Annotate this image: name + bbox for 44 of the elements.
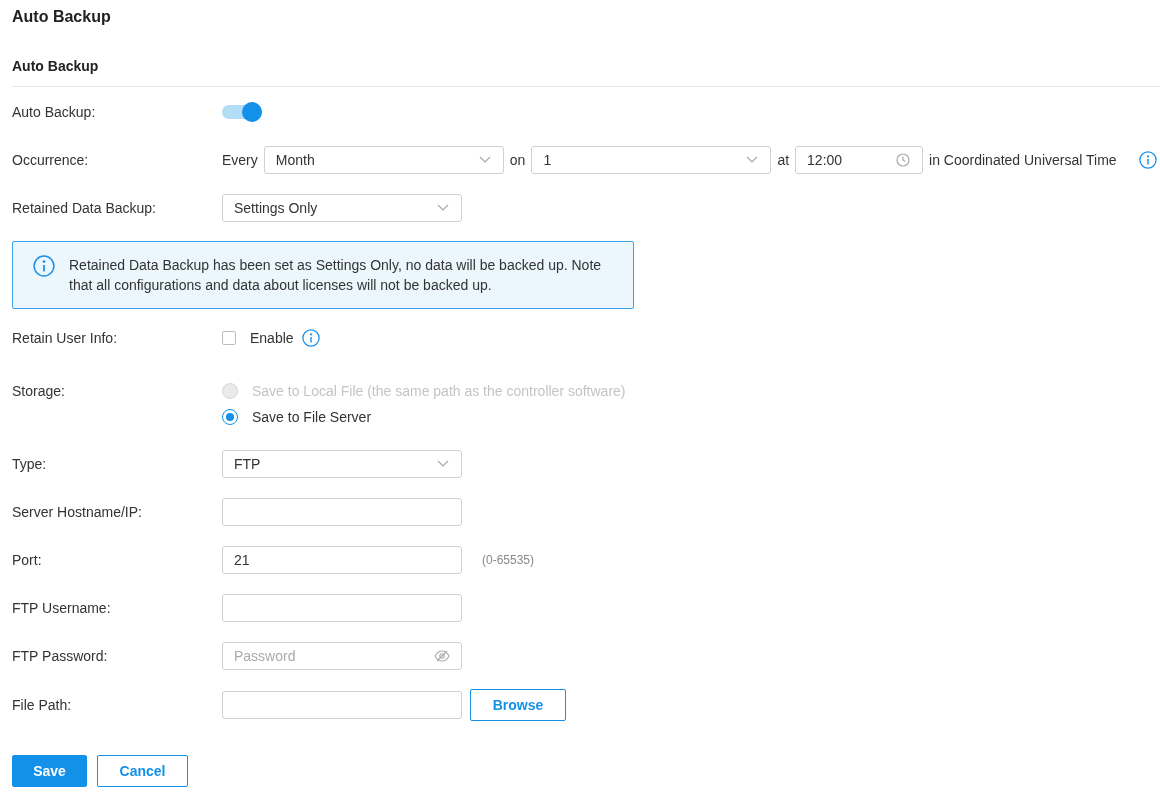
type-dropdown[interactable]: FTP [222,450,462,478]
field-label: File Path: [12,697,73,713]
page-title: Auto Backup [12,7,112,27]
field-label: FTP Username: [12,600,112,616]
field-label: Auto Backup: [12,104,97,120]
info-icon[interactable] [1138,151,1157,169]
retained-data-dropdown[interactable]: Settings Only [222,194,462,222]
on-text: on [509,152,526,168]
frequency-dropdown[interactable]: Month [263,146,504,174]
chevron-down-icon [437,204,449,212]
clock-icon [896,153,911,167]
info-icon[interactable] [301,329,320,347]
eye-slash-icon[interactable] [434,650,450,662]
toggle-switch[interactable] [222,105,262,119]
radio-button[interactable] [222,409,238,425]
time-field[interactable]: 12:00 [795,146,924,174]
every-text: Every [222,152,258,168]
timezone-text: in Coordinated Universal Time [929,152,1117,168]
chevron-down-icon [478,156,491,164]
input-field[interactable] [222,594,462,622]
day-dropdown[interactable]: 1 [531,146,772,174]
input-field[interactable] [222,498,462,526]
section-title: Auto Backup [12,57,100,76]
range-hint: (0-65535) [482,553,535,567]
radio-label: Save to Local File (the same path as the controller software) [252,383,626,399]
at-text: at [777,152,790,168]
radio-label: Save to File Server [252,409,372,425]
field-label: Retain User Info: [12,330,119,346]
field-label: FTP Password: [12,648,109,664]
input-field[interactable] [222,691,462,719]
password-field[interactable]: Password [222,642,462,670]
input-field[interactable]: 21 [222,546,462,574]
checkbox-label: Enable [250,330,294,346]
field-label: Port: [12,552,43,568]
info-icon[interactable] [33,255,55,277]
field-label: Retained Data Backup: [12,200,157,216]
checkbox[interactable] [222,331,236,345]
field-label: Occurrence: [12,152,90,168]
field-label: Server Hostname/IP: [12,504,143,520]
chevron-down-icon [437,460,449,468]
field-label: Type: [12,456,48,472]
field-label: Storage: [12,383,66,399]
chevron-down-icon [746,156,759,164]
notice-text: Retained Data Backup has been set as Settings Only, no data will be backed up. Note that all configurations and data about licenses will not be backed up. [69,256,603,295]
